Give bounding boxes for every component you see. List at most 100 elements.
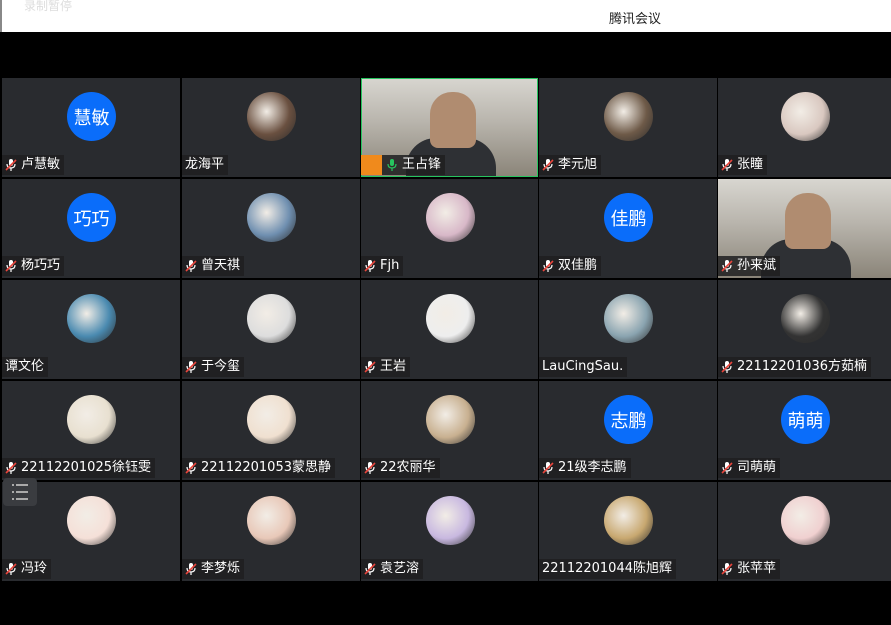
- participant-grid: 慧敏 卢慧敏 龙海平 王占锋 李元旭 张瞳 巧巧 杨巧巧 曾天祺 Fjh 佳鹏 双佳鹏…: [2, 78, 891, 581]
- participant-name: 杨巧巧: [21, 258, 61, 273]
- participant-name: LauCingSau.: [542, 359, 624, 374]
- mic-muted-icon: [721, 563, 733, 575]
- title-bar: 腾讯会议: [0, 0, 891, 32]
- window-title: 腾讯会议: [609, 12, 662, 27]
- mic-muted-icon: [721, 462, 733, 474]
- host-icon: [361, 155, 382, 175]
- participant-list-button[interactable]: [3, 478, 37, 506]
- participant-name-bar: 王岩: [361, 357, 411, 377]
- participant-name: 司萌萌: [737, 460, 777, 475]
- participant-name-bar: 龙海平: [182, 155, 229, 175]
- participant-name-bar: 司萌萌: [718, 458, 781, 478]
- participant-tile[interactable]: 佳鹏 双佳鹏: [539, 179, 717, 278]
- participant-name-bar: 22112201044陈旭辉: [539, 559, 676, 579]
- mic-muted-icon: [364, 361, 376, 373]
- avatar: [67, 395, 116, 444]
- avatar-initials: 慧敏: [73, 107, 110, 129]
- participant-tile[interactable]: 李元旭: [539, 78, 717, 177]
- participant-tile[interactable]: 萌萌 司萌萌: [718, 381, 891, 480]
- participant-name-bar: 卢慧敏: [2, 155, 65, 175]
- mic-muted-icon: [542, 260, 554, 272]
- avatar: [426, 395, 475, 444]
- participant-tile[interactable]: 22112201036方茹楠: [718, 280, 891, 379]
- participant-tile[interactable]: 张瞳: [718, 78, 891, 177]
- participant-name-bar: Fjh: [361, 256, 404, 276]
- participant-name: 李元旭: [558, 157, 598, 172]
- participant-name: 22112201025徐钰雯: [21, 460, 151, 475]
- mic-muted-icon: [364, 462, 376, 474]
- participant-tile[interactable]: 袁艺溶: [361, 482, 538, 581]
- recording-status: 录制暂停: [24, 0, 73, 13]
- avatar: 巧巧: [67, 193, 116, 242]
- avatar: [247, 92, 296, 141]
- participant-name: 冯玲: [21, 561, 48, 576]
- avatar: 志鹏: [604, 395, 653, 444]
- participant-name: 孙来斌: [737, 258, 777, 273]
- avatar: [426, 294, 475, 343]
- participant-tile[interactable]: 22农丽华: [361, 381, 538, 480]
- avatar: 萌萌: [781, 395, 830, 444]
- participant-name: 王岩: [380, 359, 407, 374]
- mic-muted-icon: [542, 159, 554, 171]
- mic-muted-icon: [185, 462, 197, 474]
- avatar: [781, 294, 830, 343]
- participant-tile[interactable]: 王岩: [361, 280, 538, 379]
- participant-name: 22112201053蒙思静: [201, 460, 331, 475]
- participant-tile[interactable]: 张苹苹: [718, 482, 891, 581]
- participant-name: 双佳鹏: [558, 258, 598, 273]
- participant-name: 22112201036方茹楠: [737, 359, 867, 374]
- avatar-initials: 佳鹏: [610, 208, 647, 230]
- avatar-initials: 萌萌: [787, 410, 824, 432]
- participant-name-bar: 22112201053蒙思静: [182, 458, 335, 478]
- participant-name: 龙海平: [185, 157, 225, 172]
- mic-muted-icon: [721, 159, 733, 171]
- avatar: [247, 395, 296, 444]
- participant-name: 谭文伦: [5, 359, 45, 374]
- menu-icon: [12, 484, 28, 500]
- participant-name-bar: 李梦烁: [182, 559, 245, 579]
- avatar: [426, 496, 475, 545]
- mic-muted-icon: [185, 260, 197, 272]
- participant-name: 李梦烁: [201, 561, 241, 576]
- avatar: [604, 92, 653, 141]
- avatar: [604, 496, 653, 545]
- participant-name: 22农丽华: [380, 460, 436, 475]
- mic-muted-icon: [364, 260, 376, 272]
- avatar-initials: 志鹏: [610, 410, 647, 432]
- participant-tile[interactable]: 于今玺: [182, 280, 360, 379]
- participant-name-bar: 双佳鹏: [539, 256, 602, 276]
- participant-tile[interactable]: 龙海平: [182, 78, 360, 177]
- participant-tile[interactable]: 22112201044陈旭辉: [539, 482, 717, 581]
- mic-on-icon: [387, 159, 397, 171]
- participant-name: 王占锋: [402, 157, 442, 172]
- avatar: [781, 92, 830, 141]
- participant-tile[interactable]: LauCingSau.: [539, 280, 717, 379]
- avatar: 慧敏: [67, 92, 116, 141]
- participant-tile[interactable]: 巧巧 杨巧巧: [2, 179, 180, 278]
- participant-tile[interactable]: Fjh: [361, 179, 538, 278]
- participant-tile[interactable]: 志鹏 21级李志鹏: [539, 381, 717, 480]
- participant-name-bar: 冯玲: [2, 559, 52, 579]
- participant-name: 21级李志鹏: [558, 460, 627, 475]
- participant-name: 于今玺: [201, 359, 241, 374]
- video-person: [429, 92, 476, 148]
- participant-tile[interactable]: 谭文伦: [2, 280, 180, 379]
- avatar: [247, 294, 296, 343]
- participant-tile[interactable]: 孙来斌: [718, 179, 891, 278]
- participant-name-bar: 曾天祺: [182, 256, 245, 276]
- participant-name: 张苹苹: [737, 561, 777, 576]
- participant-tile[interactable]: 曾天祺: [182, 179, 360, 278]
- mic-muted-icon: [721, 260, 733, 272]
- mic-muted-icon: [5, 563, 17, 575]
- participant-tile[interactable]: 慧敏 卢慧敏: [2, 78, 180, 177]
- participant-tile[interactable]: 22112201025徐钰雯: [2, 381, 180, 480]
- participant-name-bar: 孙来斌: [718, 256, 781, 276]
- participant-name-bar: 22112201036方茹楠: [718, 357, 871, 377]
- mic-muted-icon: [5, 260, 17, 272]
- avatar-initials: 巧巧: [73, 208, 110, 230]
- participant-tile[interactable]: 22112201053蒙思静: [182, 381, 360, 480]
- participant-name: Fjh: [380, 258, 400, 273]
- participant-name-bar: 张瞳: [718, 155, 768, 175]
- participant-tile[interactable]: 王占锋: [361, 78, 538, 177]
- participant-tile[interactable]: 李梦烁: [182, 482, 360, 581]
